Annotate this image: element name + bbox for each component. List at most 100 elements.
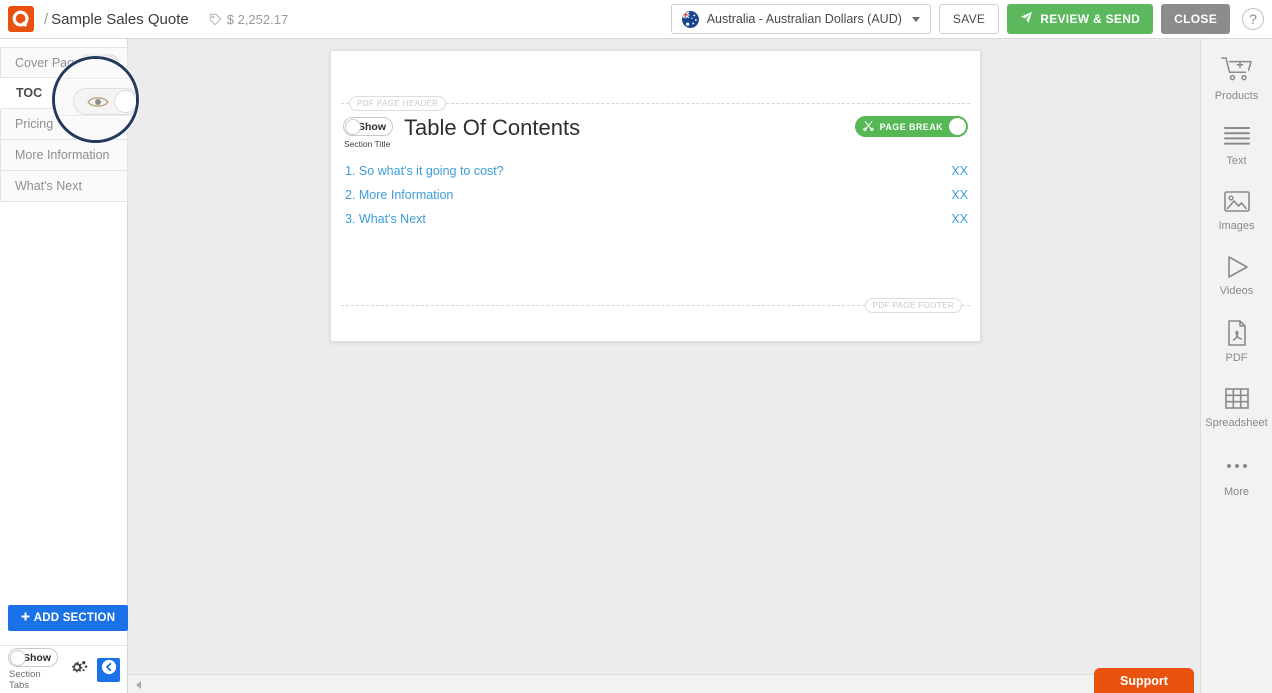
toc-entry[interactable]: 3. What's Next XX — [345, 207, 968, 231]
section-tabs-toggle-label: Show — [23, 652, 51, 664]
tool-pdf[interactable]: PDF — [1201, 319, 1272, 364]
toc-entry[interactable]: 2. More Information XX — [345, 183, 968, 207]
add-section-button[interactable]: ADD SECTION — [8, 605, 128, 631]
toc-entry-label: 1. So what's it going to cost? — [345, 164, 504, 178]
pdf-page-header-chip: PDF PAGE HEADER — [349, 96, 446, 111]
section-title-control: Show Section Title — [343, 117, 393, 149]
toc-entry-page: XX — [951, 188, 968, 202]
collapse-sidebar-button[interactable] — [97, 658, 120, 682]
chevron-down-icon — [912, 17, 920, 22]
page-break-label: PAGE BREAK — [880, 122, 943, 132]
section-header: Show Section Title Table Of Contents — [343, 117, 968, 149]
section-tabs-toggle[interactable]: Show — [8, 648, 58, 667]
review-and-send-label: REVIEW & SEND — [1040, 12, 1140, 26]
currency-select-label: Australia - Australian Dollars (AUD) — [707, 12, 902, 26]
scroll-left-button[interactable] — [130, 675, 146, 693]
document-title-text: Sample Sales Quote — [51, 11, 189, 28]
triangle-left-icon — [136, 681, 141, 689]
close-button-label: CLOSE — [1174, 12, 1217, 26]
section-title-toggle-label: Show — [358, 121, 386, 133]
toc-entry-label: 2. More Information — [345, 188, 453, 202]
toc-entry-label: 3. What's Next — [345, 212, 426, 226]
save-button-label: SAVE — [953, 12, 985, 26]
table-of-contents-list: 1. So what's it going to cost? XX 2. Mor… — [345, 159, 968, 231]
sidebar-item-label: Pricing — [15, 117, 53, 131]
save-button[interactable]: SAVE — [939, 4, 999, 34]
tool-label: Images — [1218, 220, 1254, 232]
pdf-page-header-marker: PDF PAGE HEADER — [341, 96, 970, 111]
pdf-page-footer-chip: PDF PAGE FOOTER — [865, 298, 962, 313]
australia-flag-icon — [682, 11, 699, 28]
tool-images[interactable]: Images — [1201, 189, 1272, 232]
top-bar-actions: Australia - Australian Dollars (AUD) SAV… — [671, 4, 1272, 34]
tool-label: Videos — [1220, 285, 1253, 297]
tool-spreadsheet[interactable]: Spreadsheet — [1201, 386, 1272, 429]
divider — [341, 305, 865, 306]
tool-label: More — [1224, 486, 1249, 498]
document-title[interactable]: /Sample Sales Quote — [44, 11, 189, 28]
toggle-knob — [10, 650, 26, 666]
section-tabs-caption: Section Tabs — [9, 669, 58, 691]
grid-table-icon — [1223, 386, 1251, 412]
tool-more[interactable]: More — [1201, 451, 1272, 498]
gears-settings-icon[interactable] — [68, 658, 88, 681]
section-tabs-control: Show Section Tabs — [8, 648, 58, 691]
divider — [341, 103, 349, 104]
sidebar-item-label: More Information — [15, 148, 109, 162]
quote-total-amount: $ 2,252.17 — [227, 12, 288, 27]
eye-icon — [87, 95, 109, 114]
magnifier-row-above — [55, 59, 136, 79]
sidebar-footer: Show Section Tabs — [0, 645, 128, 693]
tool-products[interactable]: Products — [1201, 55, 1272, 102]
currency-select[interactable]: Australia - Australian Dollars (AUD) — [671, 4, 931, 34]
top-bar: /Sample Sales Quote $ 2,252.17 — [0, 0, 1272, 39]
section-title-toggle[interactable]: Show — [343, 117, 393, 136]
page-break-toggle[interactable]: PAGE BREAK — [855, 116, 968, 137]
support-button-label: Support — [1120, 674, 1168, 688]
paper-plane-icon — [1020, 11, 1033, 27]
play-triangle-icon — [1222, 254, 1252, 280]
horizontal-scrollbar[interactable] — [128, 674, 1182, 693]
sidebar-item-more-information[interactable]: More Information — [0, 140, 128, 171]
image-icon — [1222, 189, 1252, 215]
tool-videos[interactable]: Videos — [1201, 254, 1272, 297]
close-button[interactable]: CLOSE — [1161, 4, 1230, 34]
magnifier-row-below — [55, 117, 136, 143]
help-icon-label: ? — [1249, 11, 1257, 27]
quote-total: $ 2,252.17 — [209, 12, 288, 27]
pdf-page-footer-marker: PDF PAGE FOOTER — [341, 298, 970, 313]
tool-text[interactable]: Text — [1201, 124, 1272, 167]
sidebar-item-label: What's Next — [15, 179, 82, 193]
right-toolbar: Products Text Images — [1200, 39, 1272, 693]
quote-q-logo-icon[interactable] — [8, 6, 34, 32]
toc-entry[interactable]: 1. So what's it going to cost? XX — [345, 159, 968, 183]
tool-label: Text — [1226, 155, 1246, 167]
collapse-left-arrow-icon — [101, 659, 117, 680]
toggle-knob — [114, 90, 137, 113]
tag-icon — [209, 13, 222, 26]
scissors-icon — [863, 118, 874, 136]
app-root: /Sample Sales Quote $ 2,252.17 — [0, 0, 1272, 693]
magnifier-overlay — [52, 56, 139, 143]
ellipsis-icon — [1227, 451, 1247, 481]
pdf-page: PDF PAGE HEADER Show Section Title Table… — [330, 50, 981, 342]
section-title[interactable]: Table Of Contents — [404, 117, 580, 138]
magnified-visibility-toggle[interactable] — [73, 88, 139, 115]
tool-label: Spreadsheet — [1205, 417, 1267, 429]
divider — [446, 103, 970, 104]
pdf-file-icon — [1223, 319, 1251, 347]
document-canvas: PDF PAGE HEADER Show Section Title Table… — [128, 39, 1182, 674]
tool-label: Products — [1215, 90, 1258, 102]
section-title-caption: Section Title — [344, 139, 393, 149]
sidebar-item-whats-next[interactable]: What's Next — [0, 171, 128, 202]
help-icon[interactable]: ? — [1242, 8, 1264, 30]
text-lines-icon — [1222, 124, 1252, 150]
toggle-knob — [345, 119, 361, 135]
add-section-label: ADD SECTION — [34, 612, 115, 624]
breadcrumb-separator: / — [44, 11, 48, 28]
review-and-send-button[interactable]: REVIEW & SEND — [1007, 4, 1153, 34]
plus-icon — [21, 612, 30, 624]
support-button[interactable]: Support — [1094, 668, 1194, 693]
tool-label: PDF — [1226, 352, 1248, 364]
toc-entry-page: XX — [951, 164, 968, 178]
